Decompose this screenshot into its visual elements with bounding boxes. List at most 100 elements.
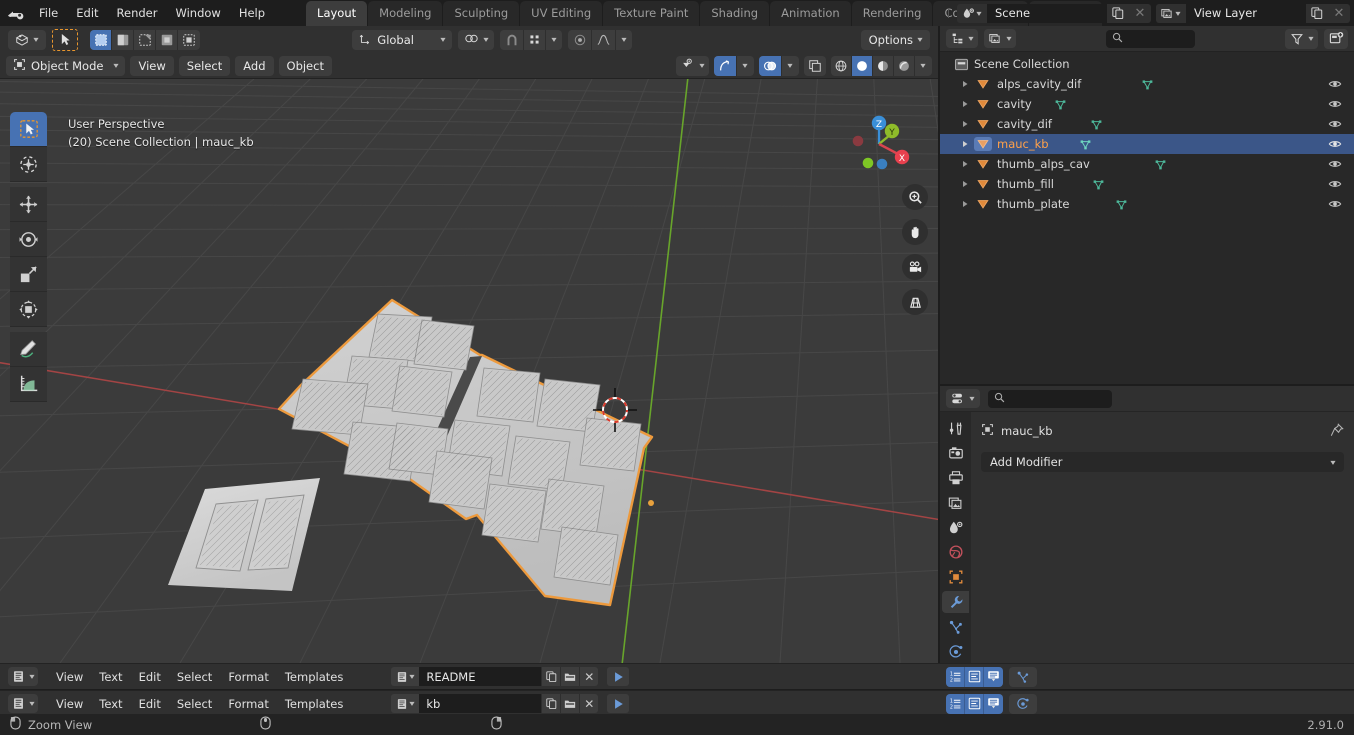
text2-menu-select[interactable]: Select [170,695,219,713]
zoom-magnifier-icon[interactable] [902,184,928,210]
line-numbers-icon[interactable]: 12 [946,666,965,687]
shading-solid-icon[interactable] [852,55,873,76]
text2-menu-templates[interactable]: Templates [278,695,350,713]
tab-uv-editing[interactable]: UV Editing [520,1,603,26]
new-text-icon[interactable] [541,694,561,713]
move-tool-icon[interactable] [10,187,47,222]
tab-animation[interactable]: Animation [770,1,851,26]
tweak-tool-icon[interactable] [10,112,47,147]
disclosure-triangle-icon[interactable] [956,180,974,188]
camera-view-icon[interactable] [902,254,928,280]
text2-menu-view[interactable]: View [49,695,90,713]
particle-properties-icon[interactable] [942,615,969,638]
shading-wireframe-icon[interactable] [831,55,852,76]
eye-open-icon[interactable] [1328,157,1342,174]
text1-menu-edit[interactable]: Edit [132,668,168,686]
disclosure-triangle-icon[interactable] [956,120,974,128]
text-datablock-icon[interactable]: ▾ [391,694,420,713]
new-copy-icon[interactable] [1107,3,1129,23]
text-datablock-icon[interactable]: ▾ [391,667,420,686]
scene-unlink-icon[interactable]: ✕ [1129,3,1151,23]
modifier-properties-icon[interactable] [942,590,969,614]
falloff-chevron-icon[interactable]: ▾ [616,30,632,50]
menu-file[interactable]: File [30,3,67,23]
text1-unlink-icon[interactable]: ✕ [579,667,599,686]
visibility-dropdown[interactable]: ▾ [675,55,709,76]
overlays-chevron-icon[interactable]: ▾ [782,56,799,76]
scene-properties-icon[interactable] [942,516,969,539]
run-script-icon[interactable] [607,667,630,686]
output-properties-icon[interactable] [942,467,969,490]
select-extend-icon[interactable] [112,29,134,50]
tab-modeling[interactable]: Modeling [368,1,443,26]
text2-filename[interactable]: kb [419,694,542,713]
navigation-gizmo[interactable]: Z Y X [842,107,916,181]
smooth-falloff-icon[interactable] [592,29,616,50]
text1-filename[interactable]: README [419,667,542,686]
annotate-tool-icon[interactable] [10,332,47,367]
word-wrap-icon[interactable] [965,693,984,714]
gizmo-chevron-icon[interactable]: ▾ [737,56,754,76]
shading-chevron-icon[interactable]: ▾ [915,56,932,76]
open-folder-icon[interactable] [560,667,580,686]
render-properties-icon[interactable] [942,442,969,465]
disclosure-triangle-icon[interactable] [956,160,974,168]
tab-sculpting[interactable]: Sculpting [443,1,520,26]
select-invert-icon[interactable] [156,29,178,50]
outliner-row-mauc-kb[interactable]: mauc_kb [940,134,1354,154]
text1-menu-format[interactable]: Format [221,668,276,686]
ortho-perspective-grid-icon[interactable] [902,289,928,315]
text1-menu-text[interactable]: Text [92,668,129,686]
editor-type-properties-icon[interactable]: ▾ [946,389,980,408]
outliner-scene-collection-row[interactable]: Scene Collection [940,54,1354,74]
tab-texture-paint[interactable]: Texture Paint [603,1,700,26]
viewport-menu-view[interactable]: View [130,55,174,76]
snap-increment-icon[interactable] [524,29,546,50]
proportional-edit-icon[interactable] [568,29,592,50]
viewport-menu-object[interactable]: Object [278,55,332,76]
tab-rendering[interactable]: Rendering [851,1,933,26]
outliner-row-cavity[interactable]: cavity [940,94,1354,114]
cursor-tool-icon[interactable] [10,147,47,182]
eye-open-icon[interactable] [1328,117,1342,134]
measure-tool-icon[interactable] [10,367,47,402]
outliner-row-thumb-plate[interactable]: thumb_plate [940,194,1354,214]
transform-orientation-dropdown[interactable]: Global ▾ [352,29,452,50]
view-layer-unlink-icon[interactable]: ✕ [1328,3,1350,23]
disclosure-triangle-icon[interactable] [956,140,974,148]
editor-type-3dview-icon[interactable]: ▾ [8,29,46,50]
mode-dropdown[interactable]: Object Mode ▾ [6,55,126,76]
options-dropdown[interactable]: Options ▾ [860,29,930,50]
view-layer-icon[interactable]: ▾ [1156,3,1186,23]
menu-help[interactable]: Help [230,3,274,23]
editor-type-text-icon[interactable]: ▾ [8,694,38,713]
pivot-point-dropdown[interactable]: ▾ [457,29,494,50]
syntax-highlight-icon[interactable] [984,666,1003,687]
transform-tool-icon[interactable] [10,292,47,327]
rotate-tool-icon[interactable] [10,222,47,257]
new-collection-icon[interactable] [1324,28,1349,49]
snap-chevron-icon[interactable]: ▾ [546,30,562,50]
eye-open-icon[interactable] [1328,97,1342,114]
viewport-menu-add[interactable]: Add [235,55,274,76]
overlays-icon[interactable] [759,55,782,76]
select-subtract-icon[interactable] [134,29,156,50]
text2-menu-text[interactable]: Text [92,695,129,713]
eye-open-icon[interactable] [1328,137,1342,154]
properties-search-input[interactable] [988,389,1112,408]
editor-type-text-icon[interactable]: ▾ [8,667,38,686]
text2-menu-format[interactable]: Format [221,695,276,713]
world-properties-icon[interactable] [942,541,969,564]
active-tool-icon[interactable] [52,28,78,51]
object-properties-icon[interactable] [942,566,969,589]
blender-logo-icon[interactable] [0,6,30,20]
disclosure-triangle-icon[interactable] [956,100,974,108]
text2-extra-icon[interactable] [1009,693,1037,714]
viewport-canvas[interactable]: User Perspective (20) Scene Collection |… [0,79,938,663]
text2-menu-edit[interactable]: Edit [132,695,168,713]
gizmo-icon[interactable] [714,55,737,76]
scene-icon[interactable]: ▾ [957,3,987,23]
tab-shading[interactable]: Shading [700,1,770,26]
outliner-row-alps-cavity-dif[interactable]: alps_cavity_dif [940,74,1354,94]
view-layer-copy-icon[interactable] [1306,3,1328,23]
